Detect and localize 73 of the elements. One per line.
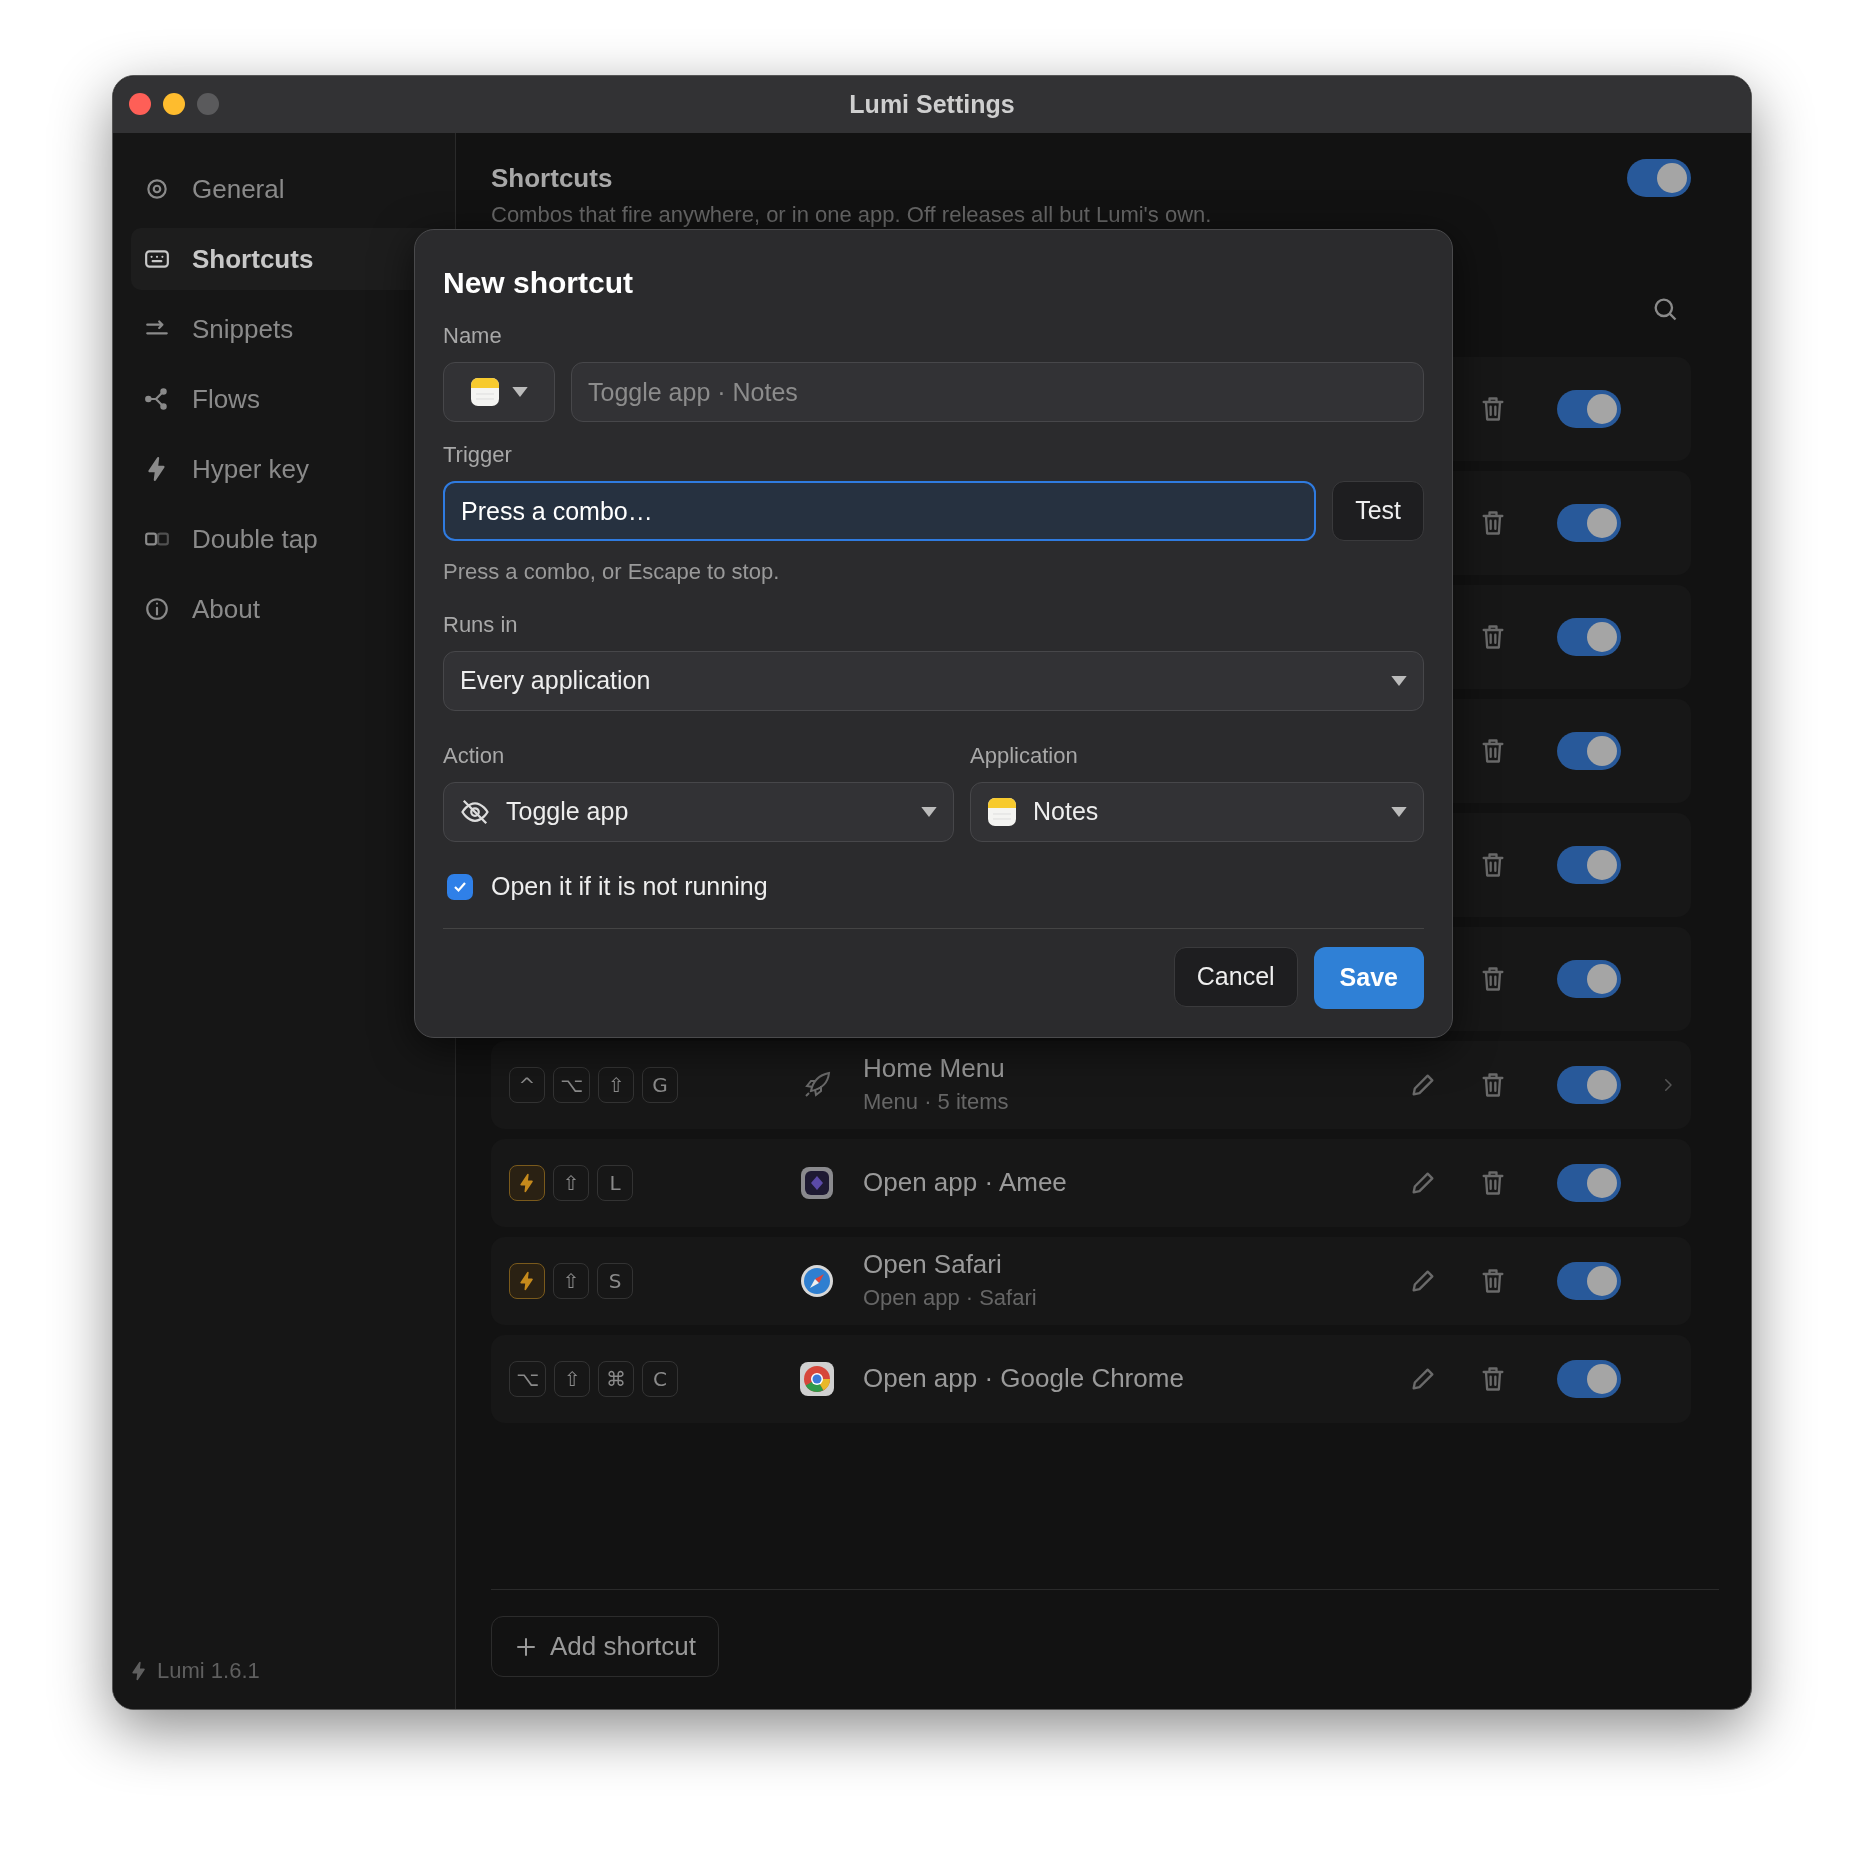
toggle-switch[interactable] <box>1557 1066 1621 1104</box>
version-label: Lumi 1.6.1 <box>157 1657 260 1685</box>
sidebar-item[interactable]: Flows <box>131 368 437 430</box>
toggle-switch[interactable] <box>1557 390 1621 428</box>
field-label: Application <box>970 742 1079 770</box>
key-chip: ⌥ <box>553 1067 591 1103</box>
name-field[interactable]: Toggle app · Notes <box>571 362 1424 422</box>
info-icon <box>144 596 170 622</box>
section-title: Shortcuts <box>491 162 614 195</box>
sidebar-item[interactable]: General <box>131 158 437 220</box>
add-shortcut-button[interactable]: Add shortcut <box>491 1616 719 1677</box>
close-button[interactable] <box>129 93 151 115</box>
cancel-button[interactable]: Cancel <box>1173 946 1298 1007</box>
key-chip: ⌘ <box>598 1361 635 1397</box>
toggle-switch[interactable] <box>1557 504 1621 542</box>
key-chip: ⇧ <box>553 1263 589 1299</box>
key-chip: ⇧ <box>554 1361 591 1397</box>
sidebar-item[interactable]: Hyper key <box>131 438 437 500</box>
minimize-button[interactable] <box>163 93 185 115</box>
sidebar-item[interactable]: About <box>131 578 437 640</box>
shortcut-title: Home Menu <box>863 1051 1006 1085</box>
window-title: Lumi Settings <box>849 88 1015 120</box>
key-chip: L <box>597 1165 633 1201</box>
save-button[interactable]: Save <box>1313 946 1424 1009</box>
hint-text: Press a combo, or Escape to stop. <box>443 558 781 586</box>
application-select[interactable]: Notes <box>970 782 1424 842</box>
action-select[interactable]: Toggle app <box>443 782 954 842</box>
toggle-switch[interactable] <box>1557 618 1621 656</box>
toggle-switch[interactable] <box>1557 1360 1621 1398</box>
field-label: Trigger <box>443 441 513 469</box>
key-chip: ⇧ <box>598 1067 635 1103</box>
checkbox-label: Open it if it is not running <box>491 871 768 902</box>
notepad-icon <box>470 377 500 407</box>
caret-icon <box>512 386 528 398</box>
browser-icon <box>799 1361 835 1397</box>
notepad-icon <box>987 797 1017 827</box>
icon-picker[interactable] <box>443 362 555 422</box>
toggle-switch[interactable] <box>1627 159 1691 197</box>
toggle-switch[interactable] <box>1557 1164 1621 1202</box>
test-button[interactable]: Test <box>1332 481 1424 541</box>
shortcut-subtitle: Menu · 5 items <box>863 1088 1009 1117</box>
compass-icon <box>799 1263 835 1299</box>
shortcut-title: Open app · Google Chrome <box>863 1362 1184 1396</box>
checkbox[interactable] <box>447 873 473 900</box>
caret-icon <box>1391 675 1407 687</box>
key-chip: ⌥ <box>509 1361 547 1397</box>
section-description: Combos that fire anywhere, or in one app. Off releases all but Lumi's own. <box>491 201 1213 229</box>
field-label: Name <box>443 322 503 350</box>
caret-icon <box>1391 806 1407 818</box>
key-chip: S <box>597 1263 633 1299</box>
shortcut-title: Open Safari <box>863 1247 1003 1281</box>
key-chip: ^ <box>509 1067 545 1103</box>
eye-slash-icon <box>460 797 490 827</box>
key-chip: G <box>642 1067 679 1103</box>
shortcut-subtitle: Open app · Safari <box>863 1284 1037 1313</box>
toggle-switch[interactable] <box>1557 960 1621 998</box>
toggle-switch[interactable] <box>1557 846 1621 884</box>
toggle-switch[interactable] <box>1557 1262 1621 1300</box>
toggle-switch[interactable] <box>1557 732 1621 770</box>
shortcut-title: Open app · Amee <box>863 1166 1067 1200</box>
caret-icon <box>921 806 937 818</box>
gear-icon <box>144 176 170 202</box>
sidebar-item[interactable]: Double tap <box>131 508 437 570</box>
runs-in-select[interactable]: Every application <box>443 651 1424 711</box>
sidebar-item[interactable]: Snippets <box>131 298 437 360</box>
dialog-title: New shortcut <box>443 265 635 301</box>
app-icon <box>799 1165 835 1201</box>
key-chip: ⇧ <box>553 1165 589 1201</box>
field-label: Action <box>443 742 506 770</box>
field-label: Runs in <box>443 611 519 639</box>
trigger-field[interactable]: Press a combo… <box>443 481 1317 541</box>
branch-icon <box>144 386 170 412</box>
key-chip: C <box>642 1361 679 1397</box>
